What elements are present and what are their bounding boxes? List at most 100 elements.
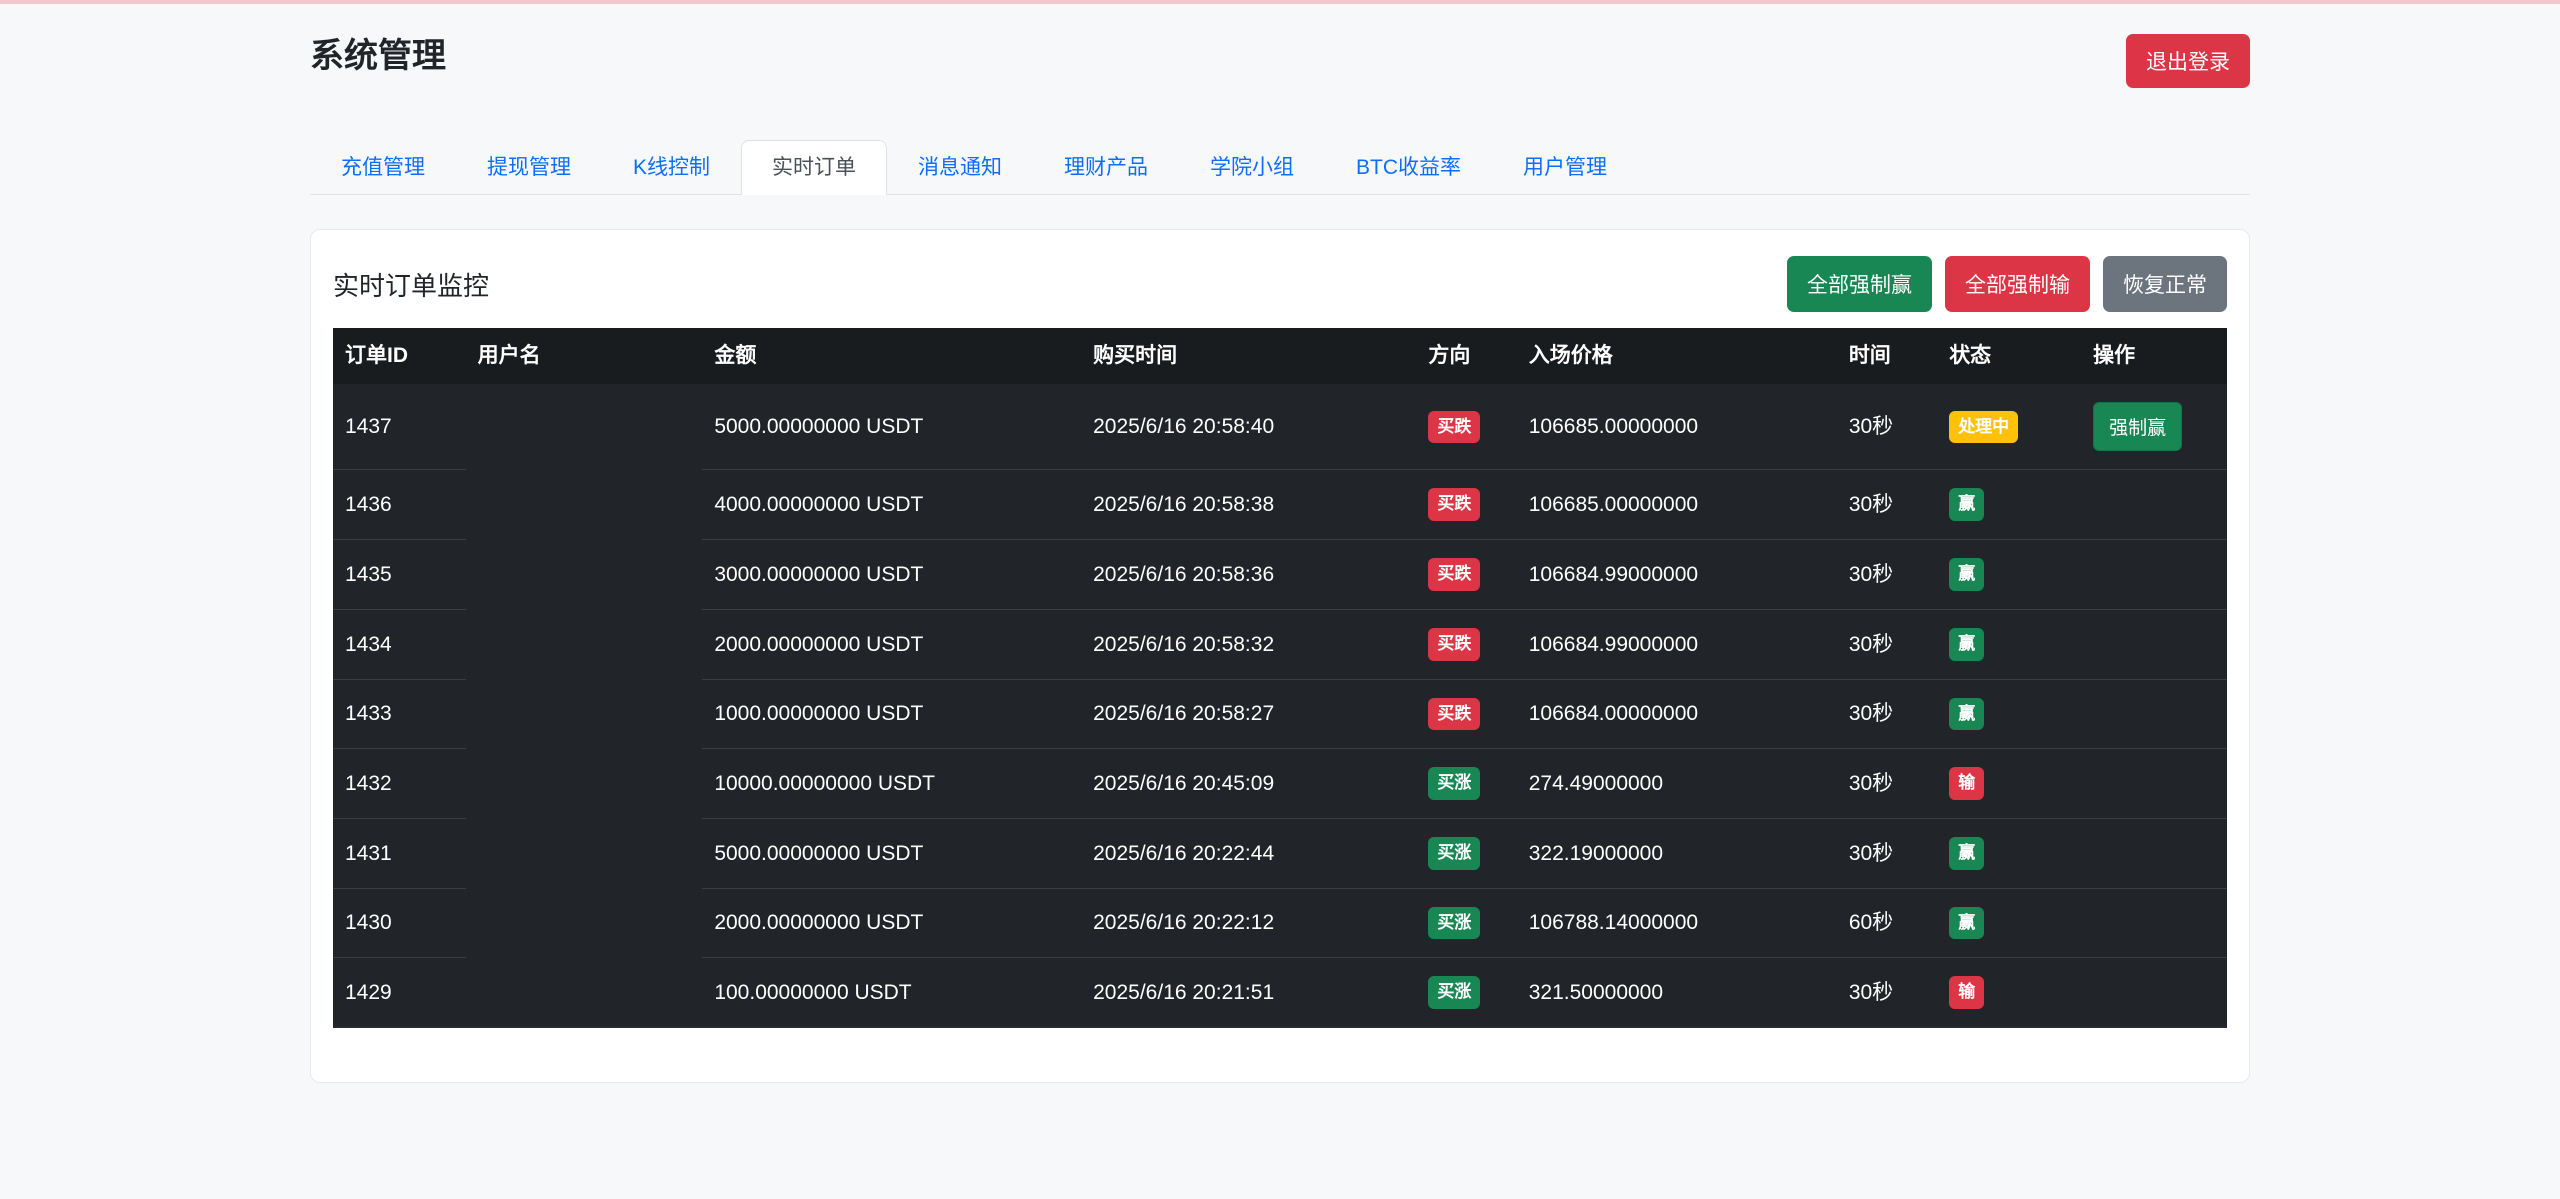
column-header: 时间	[1836, 328, 1938, 385]
table-row: 1432 10000.00000000 USDT 2025/6/16 20:45:0…	[333, 748, 2227, 819]
tab-btc-yield[interactable]: BTC收益率	[1325, 140, 1492, 195]
column-header: 状态	[1937, 328, 2082, 385]
cell-price: 106685.00000000	[1516, 469, 1837, 541]
cell-amount: 100.00000000 USDT	[702, 957, 1082, 1028]
tab-financial-products[interactable]: 理财产品	[1033, 140, 1179, 195]
status-badge: 处理中	[1949, 410, 2019, 444]
cell-direction: 买跌	[1416, 539, 1517, 610]
cell-duration: 30秒	[1836, 539, 1938, 610]
cell-time: 2025/6/16 20:21:51	[1081, 957, 1417, 1028]
header-row: 订单ID 用户名 金额 购买时间 方向 入场价格 时间 状态 操作	[333, 328, 2227, 385]
cell-status: 赢	[1937, 539, 2082, 610]
direction-badge: 买涨	[1428, 906, 1481, 940]
status-badge: 赢	[1949, 627, 1985, 661]
cell-action	[2081, 888, 2227, 959]
cell-action	[2081, 539, 2227, 610]
cell-username	[465, 818, 703, 889]
cell-time: 2025/6/16 20:22:12	[1081, 888, 1417, 959]
column-header: 订单ID	[333, 328, 466, 385]
column-header: 方向	[1416, 328, 1517, 385]
cell-action	[2081, 818, 2227, 889]
cell-direction: 买跌	[1416, 469, 1517, 541]
direction-badge: 买涨	[1428, 836, 1481, 870]
status-badge: 输	[1949, 976, 1985, 1009]
cell-id: 1432	[333, 748, 466, 819]
page-header: 系统管理 退出登录	[310, 34, 2250, 88]
cell-price: 322.19000000	[1516, 818, 1837, 889]
cell-time: 2025/6/16 20:58:27	[1081, 679, 1417, 750]
cell-status: 赢	[1937, 469, 2082, 541]
tab-academy-group[interactable]: 学院小组	[1179, 140, 1325, 195]
cell-duration: 30秒	[1836, 609, 1938, 680]
cell-price: 106684.00000000	[1516, 679, 1837, 750]
force-lose-all-button[interactable]: 全部强制输	[1945, 256, 2090, 313]
cell-direction: 买跌	[1416, 384, 1517, 471]
cell-id: 1434	[333, 609, 466, 680]
force-win-all-button[interactable]: 全部强制赢	[1787, 256, 1932, 313]
cell-username	[465, 748, 703, 819]
cell-status: 输	[1937, 748, 2082, 819]
cell-status: 处理中	[1937, 384, 2082, 471]
cell-time: 2025/6/16 20:58:36	[1081, 539, 1417, 610]
cell-price: 106684.99000000	[1516, 609, 1837, 680]
table-row: 1437 5000.00000000 USDT 2025/6/16 20:58:40…	[333, 384, 2227, 471]
cell-time: 2025/6/16 20:22:44	[1081, 818, 1417, 889]
cell-price: 321.50000000	[1516, 957, 1837, 1028]
cell-time: 2025/6/16 20:45:09	[1081, 748, 1417, 819]
table-row: 1435 3000.00000000 USDT 2025/6/16 20:58:36…	[333, 539, 2227, 610]
column-header: 金额	[702, 328, 1082, 385]
direction-badge: 买涨	[1428, 976, 1481, 1009]
column-header: 入场价格	[1516, 328, 1837, 385]
cell-duration: 30秒	[1836, 384, 1938, 471]
cell-status: 赢	[1937, 609, 2082, 680]
orders-table-body: 1437 5000.00000000 USDT 2025/6/16 20:58:40…	[333, 384, 2227, 1028]
cell-action: 强制赢	[2081, 384, 2227, 471]
cell-id: 1431	[333, 818, 466, 889]
column-header: 操作	[2081, 328, 2227, 385]
tab-recharge[interactable]: 充值管理	[310, 140, 456, 195]
cell-id: 1437	[333, 384, 466, 471]
main-container: 系统管理 退出登录 充值管理 提现管理 K线控制 实时订单 消息通知 理财产品 学院小组 BT…	[310, 34, 2250, 1083]
cell-id: 1436	[333, 469, 466, 541]
tab-notifications[interactable]: 消息通知	[887, 140, 1033, 195]
cell-duration: 30秒	[1836, 469, 1938, 541]
status-badge: 赢	[1949, 697, 1985, 731]
cell-username	[465, 609, 703, 679]
direction-badge: 买跌	[1428, 558, 1481, 591]
status-badge: 赢	[1949, 558, 1985, 591]
cell-direction: 买跌	[1416, 609, 1517, 680]
page-title: 系统管理	[310, 37, 446, 75]
cell-id: 1435	[333, 539, 466, 610]
cell-status: 赢	[1937, 679, 2082, 750]
cell-time: 2025/6/16 20:58:38	[1081, 469, 1417, 541]
cell-amount: 3000.00000000 USDT	[702, 539, 1082, 610]
table-row: 1434 2000.00000000 USDT 2025/6/16 20:58:32…	[333, 609, 2227, 680]
cell-username	[465, 539, 703, 610]
tab-withdraw[interactable]: 提现管理	[456, 140, 602, 195]
panel-header: 实时订单监控 全部强制赢 全部强制输 恢复正常	[333, 256, 2227, 313]
restore-normal-button[interactable]: 恢复正常	[2103, 256, 2227, 313]
cell-time: 2025/6/16 20:58:40	[1081, 384, 1417, 471]
status-badge: 赢	[1949, 488, 1985, 522]
table-row: 1430 2000.00000000 USDT 2025/6/16 20:22:12…	[333, 888, 2227, 959]
direction-badge: 买跌	[1428, 697, 1481, 731]
cell-username	[465, 957, 703, 1028]
top-accent-bar	[0, 0, 2560, 4]
logout-button[interactable]: 退出登录	[2126, 34, 2250, 88]
cell-duration: 30秒	[1836, 679, 1938, 750]
tab-user-management[interactable]: 用户管理	[1492, 140, 1638, 195]
cell-time: 2025/6/16 20:58:32	[1081, 609, 1417, 680]
tab-kline-control[interactable]: K线控制	[602, 140, 741, 195]
table-row: 1436 4000.00000000 USDT 2025/6/16 20:58:38…	[333, 469, 2227, 541]
tab-bar: 充值管理 提现管理 K线控制 实时订单 消息通知 理财产品 学院小组 BTC收益率 用户管理	[310, 140, 2250, 196]
table-row: 1433 1000.00000000 USDT 2025/6/16 20:58:27…	[333, 679, 2227, 750]
cell-duration: 30秒	[1836, 818, 1938, 889]
cell-direction: 买涨	[1416, 748, 1517, 819]
status-badge: 赢	[1949, 906, 1985, 940]
tab-realtime-orders[interactable]: 实时订单	[741, 140, 888, 196]
force-win-button[interactable]: 强制赢	[2093, 402, 2183, 452]
cell-action	[2081, 609, 2227, 680]
cell-username	[465, 384, 703, 470]
cell-amount: 5000.00000000 USDT	[702, 384, 1082, 471]
cell-duration: 60秒	[1836, 888, 1938, 959]
